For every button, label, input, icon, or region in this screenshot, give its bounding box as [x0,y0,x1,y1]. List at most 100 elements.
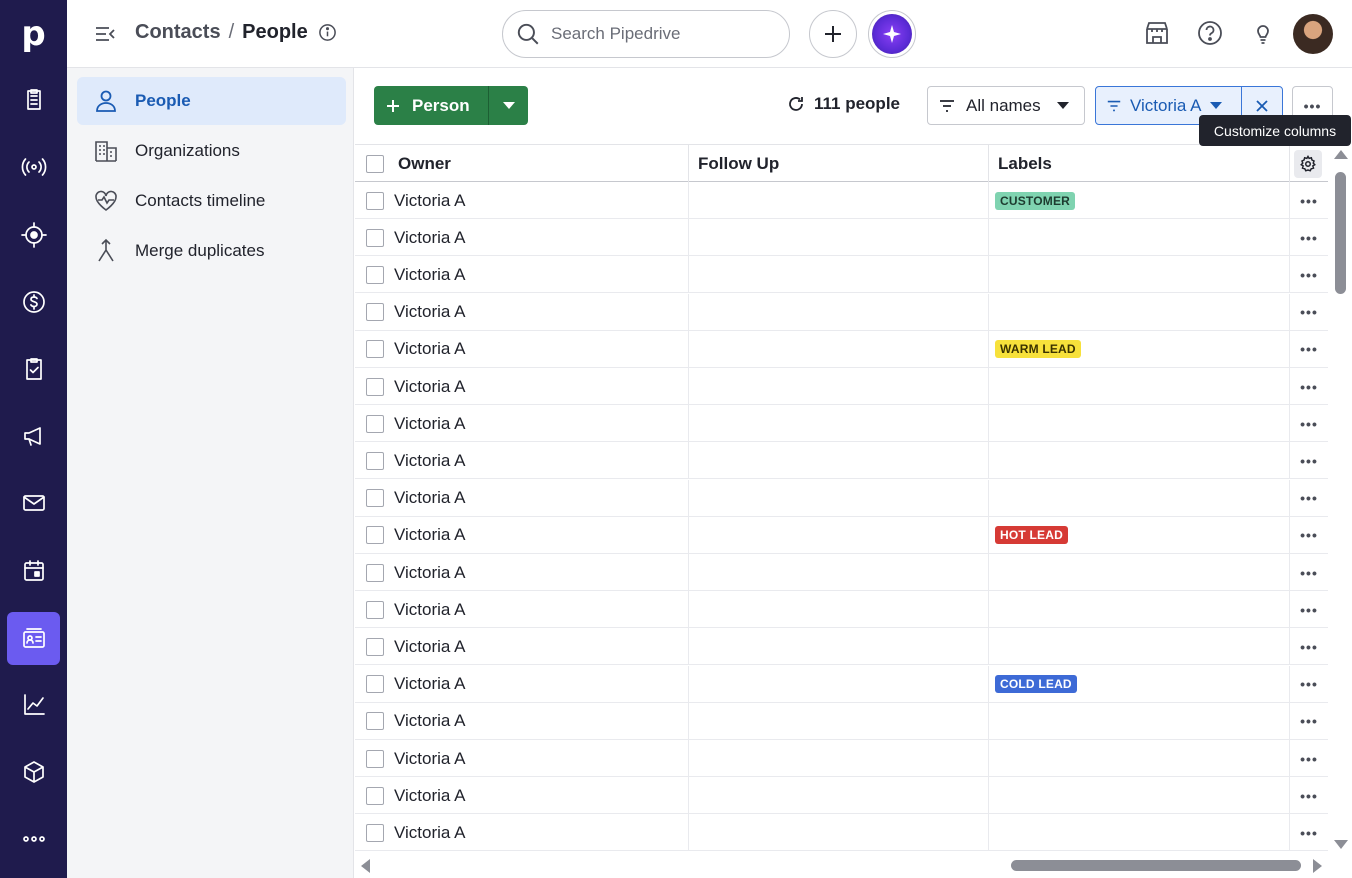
rail-item-mail[interactable] [7,476,60,529]
customize-columns-button[interactable] [1294,150,1322,178]
follow-up-cell[interactable] [689,330,989,368]
labels-cell[interactable] [989,554,1290,591]
row-actions-button[interactable]: ••• [1290,294,1328,331]
rail-item-target[interactable] [7,208,60,261]
row-actions-button[interactable]: ••• [1290,182,1328,219]
select-all-checkbox[interactable] [365,154,384,173]
follow-up-cell[interactable] [689,405,989,443]
rail-item-more-dots[interactable] [7,812,60,865]
table-row[interactable]: Victoria A ••• [355,740,1328,777]
row-checkbox[interactable] [365,377,384,396]
row-checkbox[interactable] [365,749,384,768]
owner-cell[interactable]: Victoria A [394,665,689,703]
owner-cell[interactable]: Victoria A [394,777,689,815]
vertical-scroll-thumb[interactable] [1335,172,1346,294]
labels-cell[interactable] [989,591,1290,629]
row-actions-button[interactable]: ••• [1290,331,1328,368]
row-actions-button[interactable]: ••• [1290,814,1328,851]
rail-item-dollar-circle[interactable] [7,275,60,328]
follow-up-cell[interactable] [689,182,989,219]
table-row[interactable]: Victoria A ••• [355,219,1328,257]
info-icon[interactable] [318,23,337,42]
table-row[interactable]: Victoria A ••• [355,256,1328,294]
rail-item-calendar[interactable] [7,544,60,597]
row-checkbox[interactable] [365,526,384,545]
row-actions-button[interactable]: ••• [1290,368,1328,405]
row-actions-button[interactable]: ••• [1290,256,1328,293]
row-checkbox[interactable] [365,712,384,731]
follow-up-cell[interactable] [689,814,989,852]
subnav-item-contacts-timeline[interactable]: Contacts timeline [77,177,346,225]
marketplace-icon[interactable] [1143,19,1171,47]
scroll-right-arrow[interactable] [1313,859,1322,873]
follow-up-cell[interactable] [689,368,989,405]
horizontal-scrollbar[interactable] [355,853,1330,878]
row-checkbox[interactable] [365,563,384,582]
row-checkbox[interactable] [365,303,384,322]
row-actions-button[interactable]: ••• [1290,480,1328,517]
row-checkbox[interactable] [365,675,384,694]
horizontal-scroll-thumb[interactable] [1011,860,1301,871]
add-options-dropdown[interactable] [489,86,528,125]
scroll-up-arrow[interactable] [1334,150,1348,159]
follow-up-cell[interactable] [689,665,989,703]
rail-item-megaphone[interactable] [7,409,60,462]
owner-cell[interactable]: Victoria A [394,256,689,294]
table-row[interactable]: Victoria A ••• [355,628,1328,666]
follow-up-cell[interactable] [689,219,989,257]
row-actions-button[interactable]: ••• [1290,628,1328,665]
labels-cell[interactable]: COLD LEAD [989,665,1290,703]
labels-cell[interactable] [989,479,1290,517]
labels-cell[interactable] [989,219,1290,257]
pipedrive-logo[interactable]: p [0,0,67,67]
rail-item-box[interactable] [7,745,60,798]
table-row[interactable]: Victoria A COLD LEAD ••• [355,665,1328,703]
follow-up-cell[interactable] [689,591,989,629]
add-person-button[interactable]: Person [374,86,489,125]
user-avatar[interactable] [1293,14,1333,54]
table-row[interactable]: Victoria A ••• [355,591,1328,629]
row-checkbox[interactable] [365,637,384,656]
help-icon[interactable] [1196,19,1224,47]
lightbulb-icon[interactable] [1249,19,1277,47]
owner-cell[interactable]: Victoria A [394,405,689,443]
search-box[interactable] [502,10,790,58]
table-row[interactable]: Victoria A ••• [355,554,1328,591]
rail-item-task-check[interactable] [7,342,60,395]
follow-up-cell[interactable] [689,516,989,554]
row-actions-button[interactable]: ••• [1290,554,1328,591]
labels-cell[interactable] [989,368,1290,405]
owner-cell[interactable]: Victoria A [394,814,689,852]
owner-cell[interactable]: Victoria A [394,702,689,740]
name-filter-dropdown[interactable]: All names [927,86,1085,125]
labels-cell[interactable] [989,628,1290,666]
refresh-icon[interactable] [786,94,806,114]
table-row[interactable]: Victoria A ••• [355,442,1328,480]
labels-cell[interactable] [989,256,1290,294]
labels-cell[interactable]: WARM LEAD [989,330,1290,368]
row-checkbox[interactable] [365,489,384,508]
table-row[interactable]: Victoria A ••• [355,777,1328,815]
table-row[interactable]: Victoria A HOT LEAD ••• [355,516,1328,554]
row-checkbox[interactable] [365,600,384,619]
rail-item-broadcast[interactable] [7,140,60,193]
row-checkbox[interactable] [365,340,384,359]
labels-cell[interactable] [989,293,1290,331]
column-header-labels[interactable]: Labels [989,145,1290,182]
subnav-item-merge-duplicates[interactable]: Merge duplicates [77,227,346,275]
labels-cell[interactable] [989,442,1290,480]
row-actions-button[interactable]: ••• [1290,219,1328,256]
subnav-item-people[interactable]: People [77,77,346,125]
follow-up-cell[interactable] [689,702,989,740]
row-checkbox[interactable] [365,265,384,284]
search-input[interactable] [551,24,771,44]
row-checkbox[interactable] [365,451,384,470]
row-checkbox[interactable] [365,414,384,433]
table-row[interactable]: Victoria A ••• [355,814,1328,852]
row-actions-button[interactable]: ••• [1290,740,1328,777]
follow-up-cell[interactable] [689,740,989,777]
owner-cell[interactable]: Victoria A [394,368,689,405]
labels-cell[interactable]: CUSTOMER [989,182,1290,219]
rail-item-chart-line[interactable] [7,678,60,731]
labels-cell[interactable] [989,814,1290,852]
